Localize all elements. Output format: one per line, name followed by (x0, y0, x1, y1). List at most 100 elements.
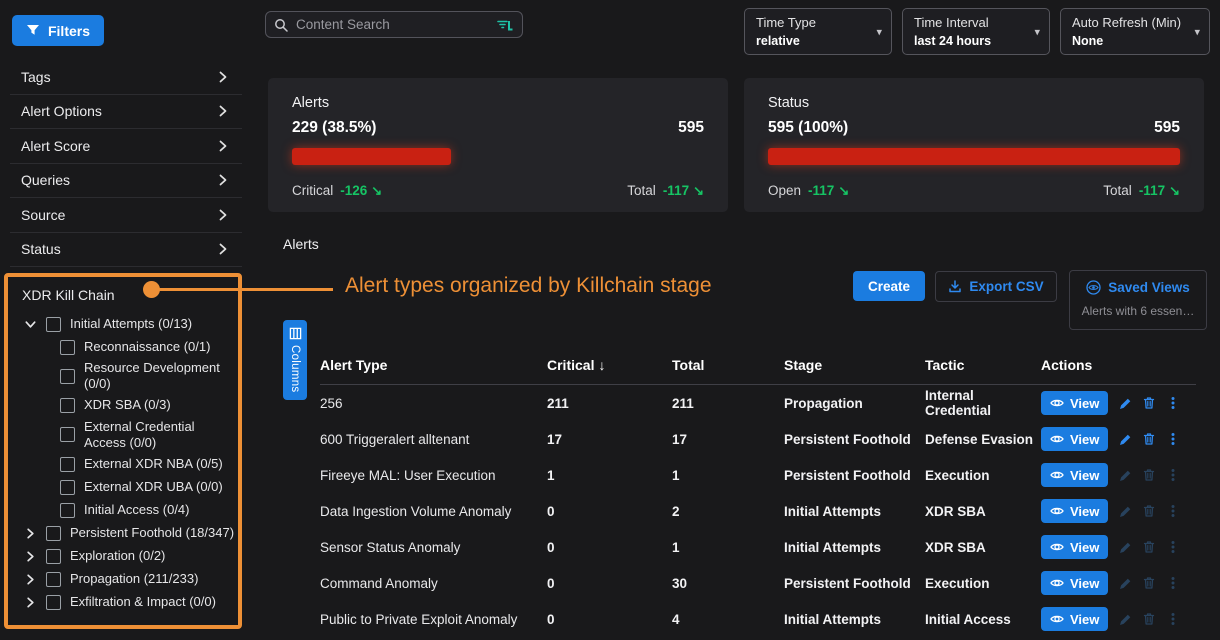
cell-tactic: Initial Access (925, 612, 1041, 627)
chevron-down-icon[interactable] (24, 318, 37, 331)
caret-down-icon: ▾ (1034, 25, 1040, 38)
annotation-text: Alert types organized by Killchain stage (345, 274, 712, 298)
critical-ratio-bar (292, 148, 451, 165)
time-interval-dropdown[interactable]: Time Interval last 24 hours ▾ (902, 8, 1050, 55)
sidebar-item-queries[interactable]: Queries (10, 164, 242, 199)
killchain-tactic-initial-access[interactable]: Initial Access (0/4) (8, 500, 238, 520)
sidebar-item-tags[interactable]: Tags (10, 60, 242, 95)
killchain-stage-exfiltration-impact[interactable]: Exfiltration & Impact (0/0) (8, 592, 238, 612)
view-button[interactable]: View (1041, 607, 1108, 631)
edit-icon (1118, 504, 1132, 518)
chevron-right-icon[interactable] (24, 596, 37, 609)
killchain-tactic-reconnaissance[interactable]: Reconnaissance (0/1) (8, 337, 238, 357)
view-button[interactable]: View (1041, 427, 1108, 451)
delete-icon[interactable] (1142, 396, 1156, 410)
dropdown-label: Time Interval (914, 15, 1025, 30)
view-button[interactable]: View (1041, 463, 1108, 487)
cell-stage: Persistent Foothold (784, 468, 925, 483)
cell-critical: 0 (547, 576, 672, 591)
column-header-stage[interactable]: Stage (784, 357, 925, 373)
chevron-right-icon[interactable] (24, 527, 37, 540)
edit-icon[interactable] (1118, 396, 1132, 410)
card-title: Alerts (292, 95, 704, 111)
sidebar-item-label: Alert Options (21, 103, 102, 119)
delete-icon (1142, 504, 1156, 518)
checkbox[interactable] (60, 369, 75, 384)
checkbox[interactable] (46, 572, 61, 587)
delete-icon (1142, 540, 1156, 554)
checkbox[interactable] (46, 595, 61, 610)
chevron-right-icon[interactable] (24, 573, 37, 586)
edit-icon[interactable] (1118, 432, 1132, 446)
killchain-stage-persistent-foothold[interactable]: Persistent Foothold (18/347) (8, 523, 238, 543)
more-options-icon (1166, 540, 1180, 554)
columns-button[interactable]: Columns (283, 320, 307, 400)
saved-views-button[interactable]: Saved Views Alerts with 6 essen… (1069, 270, 1207, 330)
killchain-tactic-external-xdr-uba[interactable]: External XDR UBA (0/0) (8, 477, 238, 497)
chevron-right-icon[interactable] (24, 550, 37, 563)
open-ratio-bar (768, 148, 1180, 165)
sidebar-item-label: Tags (21, 69, 51, 85)
filters-button[interactable]: Filters (12, 15, 104, 46)
dropdown-label: Auto Refresh (Min) (1072, 15, 1185, 30)
time-controls: Time Type relative ▾ Time Interval last … (744, 8, 1210, 55)
sort-desc-icon: ↓ (598, 357, 605, 373)
filters-button-label: Filters (48, 23, 90, 39)
killchain-tactic-external-credential-access[interactable]: External Credential Access (0/0) (8, 419, 238, 452)
xdr-kill-chain-highlight-box: XDR Kill Chain Initial Attempts (0/13) R… (4, 273, 242, 629)
dropdown-value: relative (756, 34, 867, 48)
more-options-icon[interactable] (1166, 432, 1180, 446)
column-header-critical[interactable]: Critical↓ (547, 357, 672, 373)
xdr-kill-chain-header[interactable]: XDR Kill Chain (8, 281, 238, 311)
delete-icon[interactable] (1142, 432, 1156, 446)
checkbox[interactable] (60, 457, 75, 472)
delta-value: -117 (1139, 183, 1165, 198)
column-header-total[interactable]: Total (672, 357, 784, 373)
alerts-summary-card: Alerts 229 (38.5%) 595 Critical-126↘ Tot… (268, 78, 728, 212)
sidebar-item-alert-score[interactable]: Alert Score (10, 129, 242, 164)
view-button[interactable]: View (1041, 499, 1108, 523)
checkbox[interactable] (60, 427, 75, 442)
content-search[interactable] (265, 11, 523, 38)
lucene-query-icon[interactable] (497, 19, 514, 31)
total-count: 595 (678, 119, 704, 137)
killchain-stage-propagation[interactable]: Propagation (211/233) (8, 569, 238, 589)
grid-columns-icon (289, 327, 302, 340)
killchain-tactic-external-xdr-nba[interactable]: External XDR NBA (0/5) (8, 454, 238, 474)
trend-down-icon: ↘ (693, 183, 704, 198)
checkbox[interactable] (60, 340, 75, 355)
table-row: Public to Private Exploit Anomaly 0 4 In… (320, 601, 1196, 637)
checkbox[interactable] (60, 503, 75, 518)
killchain-stage-initial-attempts[interactable]: Initial Attempts (0/13) (8, 314, 238, 334)
more-options-icon[interactable] (1166, 396, 1180, 410)
sidebar-item-alert-options[interactable]: Alert Options (10, 95, 242, 130)
column-header-actions: Actions (1041, 357, 1196, 373)
view-button[interactable]: View (1041, 391, 1108, 415)
checkbox[interactable] (46, 549, 61, 564)
killchain-tactic-xdr-sba[interactable]: XDR SBA (0/3) (8, 396, 238, 416)
cell-alert-type: Sensor Status Anomaly (320, 540, 547, 555)
checkbox[interactable] (60, 398, 75, 413)
checkbox[interactable] (46, 317, 61, 332)
auto-refresh-dropdown[interactable]: Auto Refresh (Min) None ▾ (1060, 8, 1210, 55)
tactic-label: Resource Development (0/0) (84, 360, 238, 393)
table-row: 600 Triggeralert alltenant 17 17 Persist… (320, 421, 1196, 457)
cell-stage: Initial Attempts (784, 504, 925, 519)
checkbox[interactable] (46, 526, 61, 541)
view-button[interactable]: View (1041, 571, 1108, 595)
view-button[interactable]: View (1041, 535, 1108, 559)
killchain-stage-exploration[interactable]: Exploration (0/2) (8, 546, 238, 566)
sidebar-item-source[interactable]: Source (10, 198, 242, 233)
trend-down-icon: ↘ (1169, 183, 1180, 198)
sidebar-item-status[interactable]: Status (10, 233, 242, 268)
create-button[interactable]: Create (853, 271, 925, 301)
export-csv-button[interactable]: Export CSV (935, 271, 1057, 302)
search-input[interactable] (294, 16, 491, 33)
caret-down-icon: ▾ (1194, 25, 1200, 38)
time-type-dropdown[interactable]: Time Type relative ▾ (744, 8, 892, 55)
column-header-alert-type[interactable]: Alert Type (320, 357, 547, 373)
column-header-tactic[interactable]: Tactic (925, 357, 1041, 373)
cell-total: 17 (672, 432, 784, 447)
checkbox[interactable] (60, 480, 75, 495)
killchain-tactic-resource-development[interactable]: Resource Development (0/0) (8, 360, 238, 393)
